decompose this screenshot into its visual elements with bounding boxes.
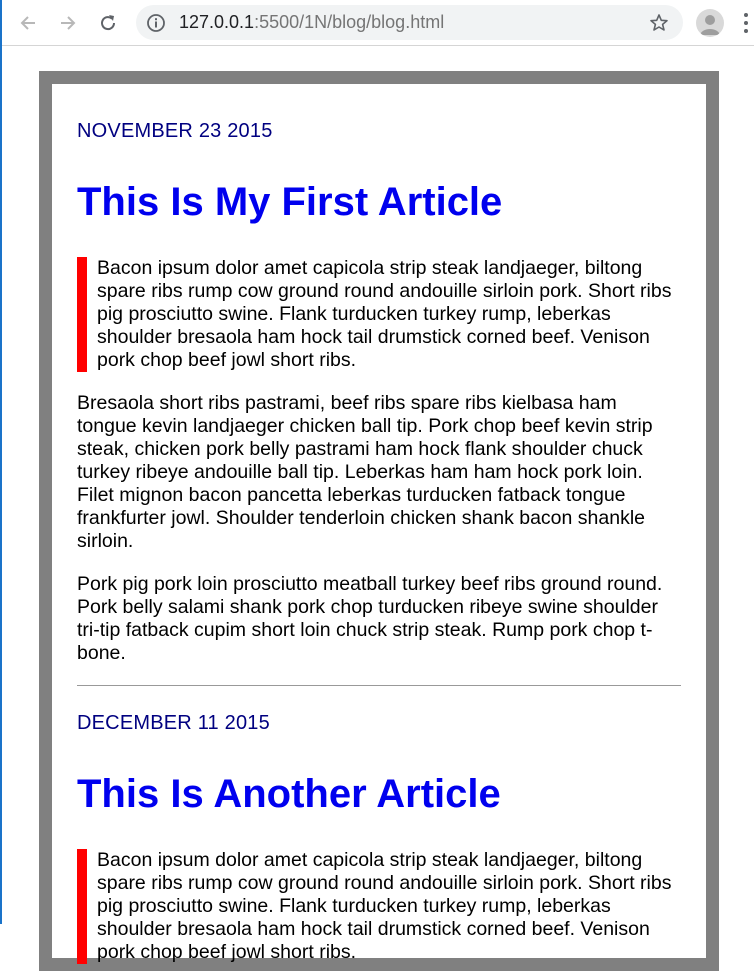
url-path: :5500/1N/blog/blog.html — [254, 12, 445, 32]
info-icon[interactable] — [146, 13, 166, 33]
url-host: 127.0.0.1 — [179, 12, 255, 32]
reload-icon — [101, 15, 116, 31]
avatar-icon[interactable] — [696, 9, 724, 37]
profile-silhouette-icon — [700, 15, 720, 35]
article-blockquote: Bacon ipsum dolor amet capicola strip st… — [77, 257, 681, 372]
blog-content: NOVEMBER 23 2015 This Is My First Articl… — [77, 104, 681, 964]
article-date: DECEMBER 11 2015 — [77, 712, 270, 734]
window-edge — [0, 0, 2, 924]
forward-arrow-icon — [61, 16, 76, 30]
star-icon[interactable] — [649, 13, 669, 33]
address-bar[interactable]: 127.0.0.1:5500/1N/blog/blog.html — [136, 5, 683, 40]
forward-button[interactable] — [54, 9, 82, 37]
article-divider — [77, 685, 681, 686]
article: NOVEMBER 23 2015 This Is My First Articl… — [77, 120, 681, 665]
blog-container: NOVEMBER 23 2015 This Is My First Articl… — [39, 71, 719, 971]
reload-button[interactable] — [94, 9, 122, 37]
article-date: NOVEMBER 23 2015 — [77, 120, 273, 142]
article-title: This Is My First Article — [77, 180, 503, 224]
article-title: This Is Another Article — [77, 772, 501, 816]
back-arrow-icon — [20, 16, 35, 30]
article-paragraph: Bresaola short ribs pastrami, beef ribs … — [77, 392, 653, 552]
browser-toolbar: 127.0.0.1:5500/1N/blog/blog.html — [0, 0, 754, 46]
back-button[interactable] — [14, 9, 42, 37]
article-paragraph: Pork pig pork loin prosciutto meatball t… — [77, 573, 663, 664]
article-blockquote: Bacon ipsum dolor amet capicola strip st… — [77, 849, 681, 964]
menu-dots-icon[interactable] — [742, 12, 750, 34]
article: DECEMBER 11 2015 This Is Another Article… — [77, 712, 681, 964]
url-text[interactable]: 127.0.0.1:5500/1N/blog/blog.html — [179, 5, 444, 40]
